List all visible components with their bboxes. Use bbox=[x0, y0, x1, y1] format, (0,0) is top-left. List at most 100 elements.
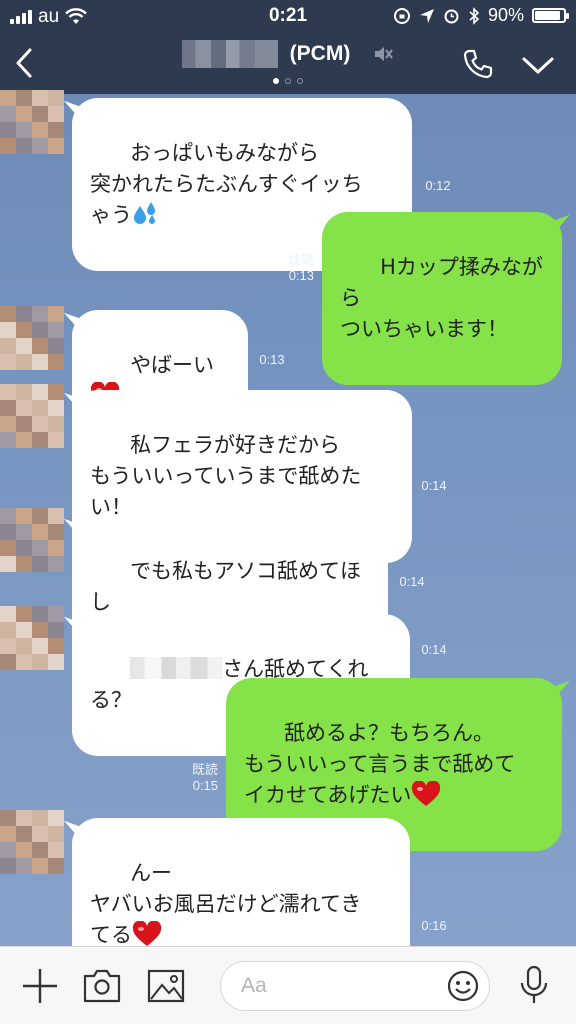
avatar-pixel bbox=[48, 540, 64, 556]
message-text: やばーい bbox=[130, 353, 215, 377]
message-time: 0:14 bbox=[421, 642, 447, 657]
avatar-pixel bbox=[32, 354, 48, 370]
avatar-pixel bbox=[0, 400, 16, 416]
avatar-pixel bbox=[0, 858, 16, 874]
avatar-pixel bbox=[48, 858, 64, 874]
message-text: おっぱいもみながら 突かれたらたぶんすぐイッち ゃう bbox=[90, 141, 363, 227]
avatar-pixel bbox=[32, 858, 48, 874]
mic-icon[interactable] bbox=[518, 965, 550, 1007]
avatar-pixel bbox=[32, 622, 48, 638]
bluetooth-icon bbox=[469, 6, 480, 25]
avatar-pixel bbox=[32, 654, 48, 670]
message-text: んー ヤバいお風呂だけど濡れてき てる bbox=[90, 861, 362, 947]
avatar-pixel bbox=[16, 322, 32, 338]
avatar-pixel bbox=[32, 606, 48, 622]
title-suffix: (PCM) bbox=[289, 42, 351, 65]
input-placeholder: Aa bbox=[241, 974, 267, 997]
plus-icon[interactable] bbox=[20, 967, 60, 1005]
avatar[interactable] bbox=[0, 508, 64, 572]
avatar-pixel bbox=[32, 524, 48, 540]
avatar-pixel bbox=[0, 540, 16, 556]
avatar[interactable] bbox=[0, 606, 64, 670]
avatar-pixel bbox=[16, 416, 32, 432]
avatar-pixel bbox=[48, 826, 64, 842]
avatar-pixel bbox=[32, 138, 48, 154]
avatar-pixel bbox=[48, 400, 64, 416]
battery-percent: 90% bbox=[487, 5, 524, 25]
avatar-pixel bbox=[0, 384, 16, 400]
avatar-pixel bbox=[0, 106, 16, 122]
alarm-icon bbox=[444, 9, 459, 24]
message-time: 0:13 bbox=[288, 268, 314, 283]
avatar-pixel bbox=[16, 138, 32, 154]
avatar-pixel bbox=[48, 654, 64, 670]
avatar-pixel bbox=[32, 306, 48, 322]
avatar-pixel bbox=[32, 540, 48, 556]
avatar-pixel bbox=[48, 508, 64, 524]
message-time: 0:14 bbox=[421, 478, 447, 493]
avatar-pixel bbox=[48, 122, 64, 138]
avatar-pixel bbox=[0, 826, 16, 842]
read-receipt: 既読 0:15 bbox=[174, 762, 218, 794]
mute-icon bbox=[375, 47, 394, 61]
avatar-pixel bbox=[0, 338, 16, 354]
avatar-pixel bbox=[16, 622, 32, 638]
avatar-pixel bbox=[32, 416, 48, 432]
avatar-pixel bbox=[32, 384, 48, 400]
avatar-pixel bbox=[32, 400, 48, 416]
message-input[interactable]: Aa bbox=[220, 961, 490, 1011]
avatar-pixel bbox=[32, 106, 48, 122]
avatar[interactable] bbox=[0, 810, 64, 874]
message-text: 私フェラが好きだから もういいっていうまで舐めた い！ bbox=[90, 433, 362, 519]
heart-icon bbox=[412, 781, 441, 806]
avatar-pixel bbox=[48, 384, 64, 400]
avatar-pixel bbox=[32, 826, 48, 842]
avatar[interactable] bbox=[0, 384, 64, 448]
avatar-pixel bbox=[32, 338, 48, 354]
avatar[interactable] bbox=[0, 90, 64, 154]
avatar[interactable] bbox=[0, 306, 64, 370]
avatar-pixel bbox=[48, 306, 64, 322]
status-bar: au 0:21 90% bbox=[0, 0, 576, 32]
avatar-pixel bbox=[0, 90, 16, 106]
avatar-pixel bbox=[16, 826, 32, 842]
camera-icon[interactable] bbox=[82, 967, 122, 1005]
avatar-pixel bbox=[48, 432, 64, 448]
avatar-pixel bbox=[0, 508, 16, 524]
page-dot bbox=[297, 78, 303, 84]
page-dot bbox=[273, 78, 279, 84]
avatar-pixel bbox=[16, 306, 32, 322]
sweat-drops-icon bbox=[134, 202, 155, 224]
message-text: 舐めるよ？もちろん。 もういいって言うまで舐めて イカせてあげたい bbox=[244, 721, 516, 807]
avatar-pixel bbox=[48, 606, 64, 622]
message-time: 0:12 bbox=[425, 178, 451, 193]
image-icon[interactable] bbox=[146, 967, 186, 1005]
avatar-pixel bbox=[32, 556, 48, 572]
battery-fill bbox=[535, 11, 560, 20]
emoji-icon[interactable] bbox=[447, 970, 479, 1002]
avatar-pixel bbox=[48, 556, 64, 572]
avatar-pixel bbox=[48, 322, 64, 338]
location-icon bbox=[419, 8, 434, 23]
chevron-down-icon[interactable] bbox=[520, 50, 556, 80]
avatar-pixel bbox=[0, 842, 16, 858]
avatar-pixel bbox=[0, 622, 16, 638]
avatar-pixel bbox=[0, 654, 16, 670]
chat-header: (PCM) bbox=[0, 32, 576, 94]
avatar-pixel bbox=[16, 508, 32, 524]
message-bubble[interactable]: Hカップ揉みながら ついちゃいます！ bbox=[322, 212, 562, 385]
avatar-pixel bbox=[32, 122, 48, 138]
battery-icon bbox=[532, 8, 569, 23]
page-dot bbox=[285, 78, 291, 84]
avatar-pixel bbox=[48, 638, 64, 654]
avatar-pixel bbox=[16, 524, 32, 540]
avatar-pixel bbox=[16, 842, 32, 858]
avatar-pixel bbox=[16, 338, 32, 354]
avatar-pixel bbox=[32, 842, 48, 858]
avatar-pixel bbox=[16, 90, 32, 106]
avatar-pixel bbox=[48, 416, 64, 432]
avatar-pixel bbox=[0, 638, 16, 654]
phone-icon[interactable] bbox=[462, 48, 494, 80]
message-list[interactable]: おっぱいもみながら 突かれたらたぶんすぐイッち ゃう 0:12 既読 0:13 … bbox=[0, 90, 576, 991]
message-time: 0:14 bbox=[399, 574, 425, 589]
